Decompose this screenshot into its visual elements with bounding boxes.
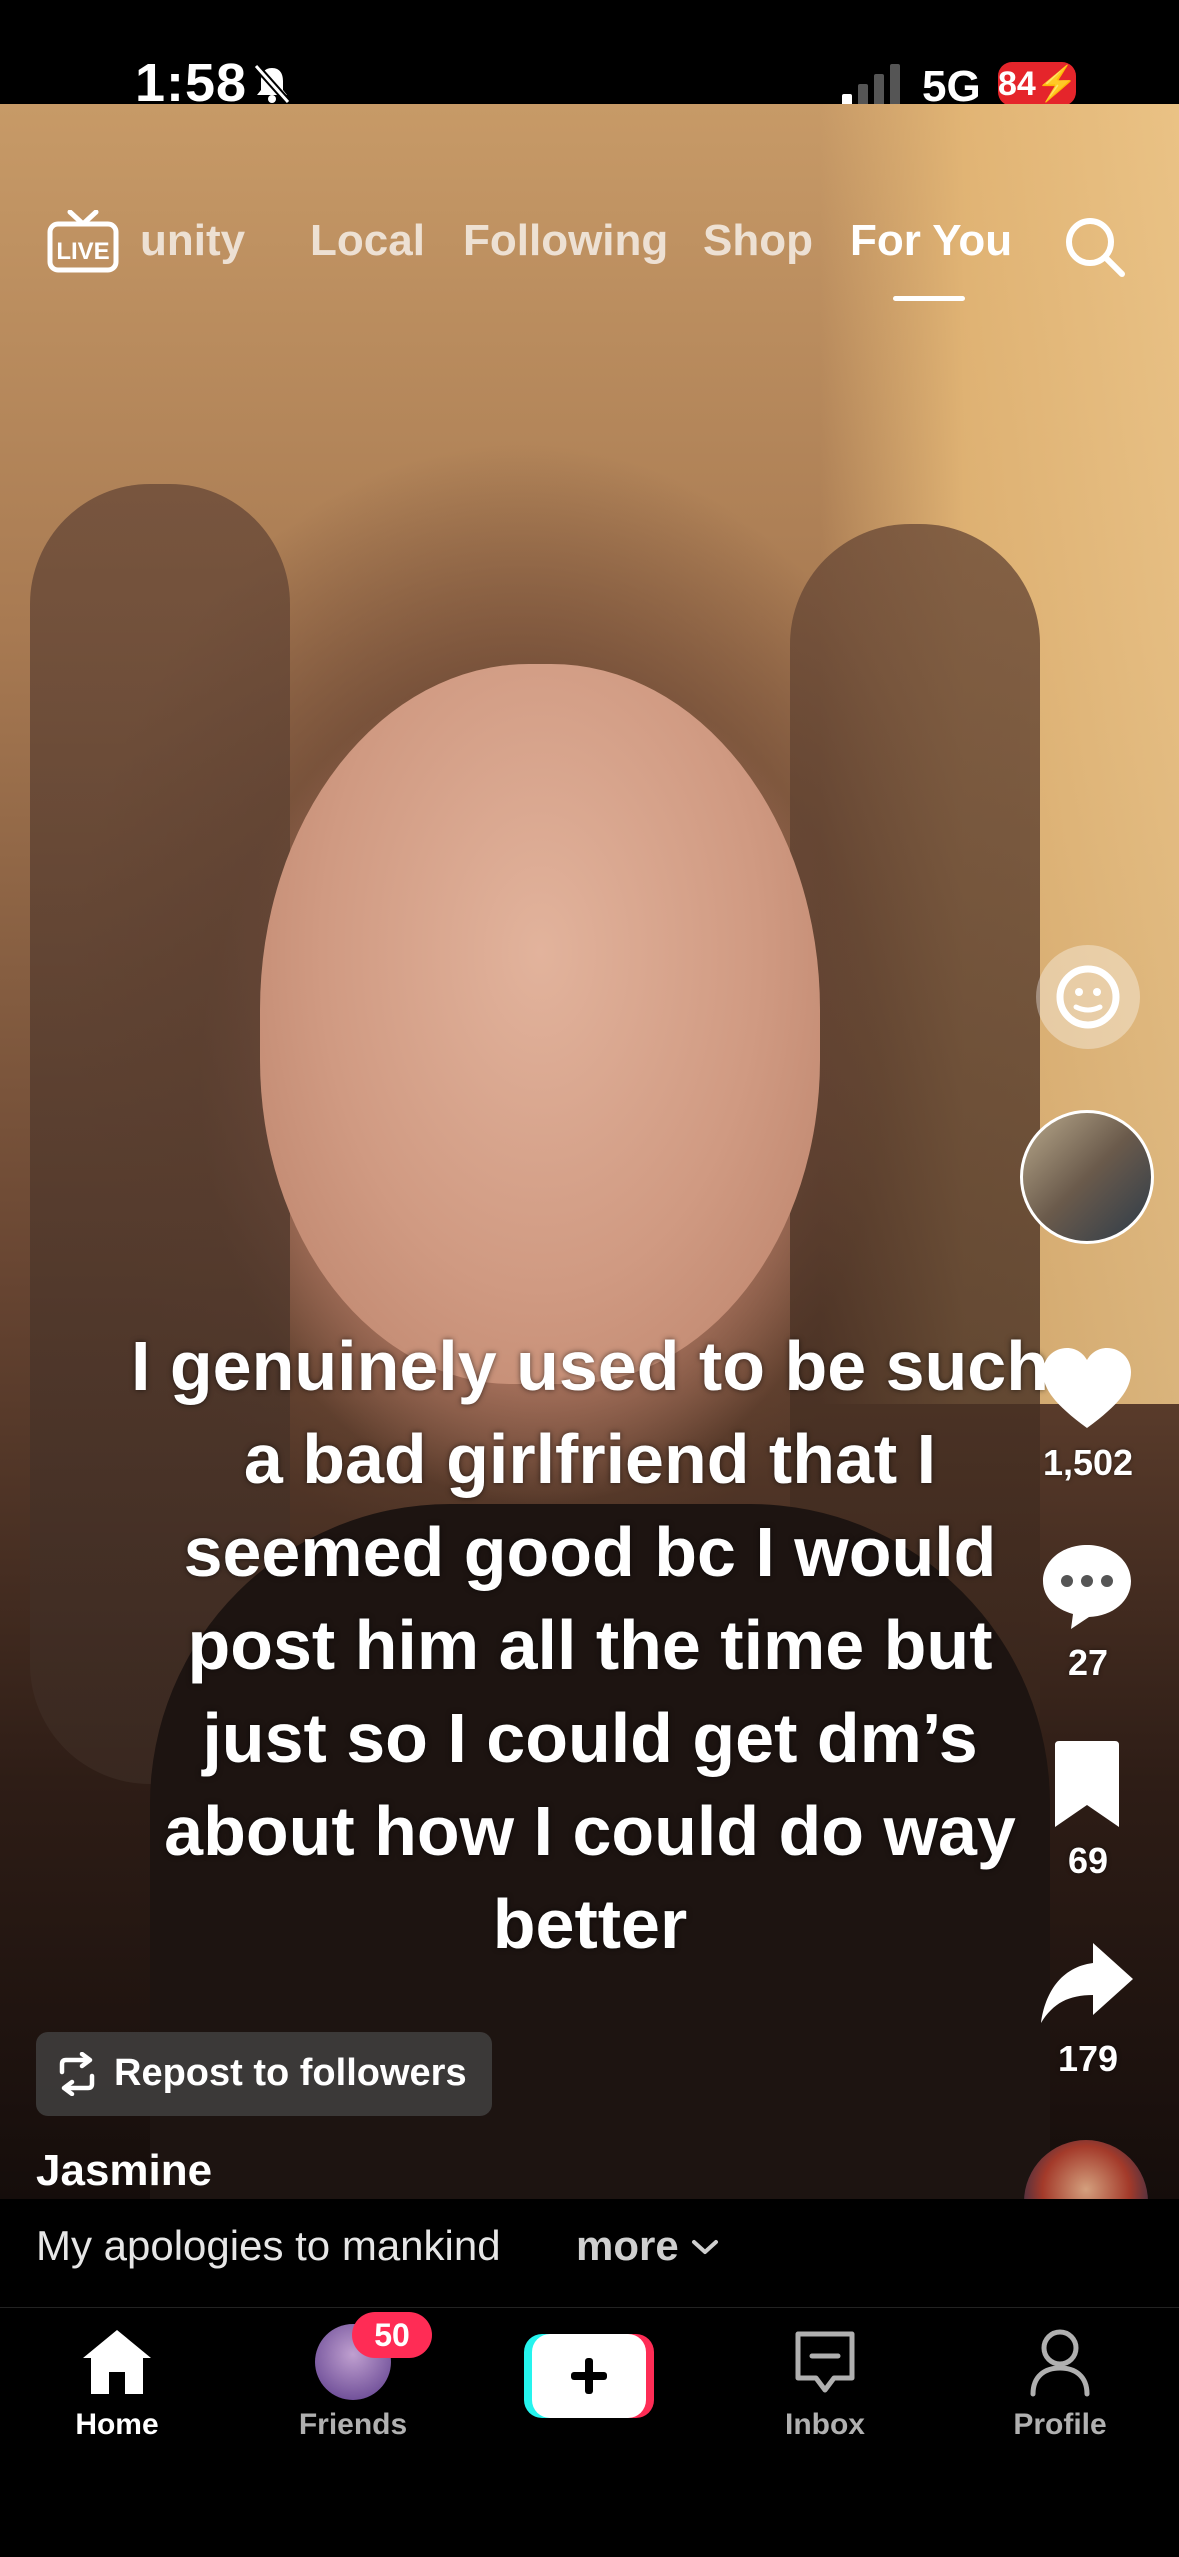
- author-name[interactable]: Jasmine: [36, 2146, 212, 2196]
- tab-following[interactable]: Following: [463, 216, 668, 266]
- video-face: [260, 664, 820, 1384]
- repost-label: Repost to followers: [114, 2052, 467, 2094]
- live-label: LIVE: [56, 238, 109, 265]
- repost-icon: [59, 2052, 95, 2096]
- chevron-down-icon: [692, 2240, 718, 2254]
- tab-for-you[interactable]: For You: [850, 216, 1012, 266]
- nav-inbox-label: Inbox: [785, 2408, 865, 2441]
- save-count: 69: [1067, 1840, 1109, 1881]
- post-description: My apologies to mankind: [36, 2222, 501, 2269]
- home-icon: [83, 2330, 151, 2394]
- tab-shop[interactable]: Shop: [703, 216, 813, 266]
- comment-count: 27: [1067, 1642, 1109, 1683]
- battery-indicator: 84⚡: [998, 62, 1078, 106]
- nav-friends-label: Friends: [298, 2408, 408, 2441]
- bell-slash-icon: [253, 63, 291, 105]
- tab-community[interactable]: unity: [140, 216, 245, 266]
- profile-icon: [1030, 2329, 1090, 2397]
- like-count: 1,502: [1042, 1442, 1134, 1483]
- bookmark-icon[interactable]: [1037, 1735, 1137, 1835]
- ai-chat-button[interactable]: [1036, 945, 1140, 1049]
- friends-notification-badge: 50: [352, 2312, 432, 2358]
- nav-profile-label: Profile: [1013, 2408, 1107, 2441]
- share-count: 179: [1057, 2038, 1119, 2079]
- comment-icon[interactable]: [1037, 1535, 1137, 1635]
- live-tv-icon: LIVE: [47, 209, 119, 273]
- creator-avatar[interactable]: [1020, 1110, 1154, 1244]
- heart-icon[interactable]: [1037, 1340, 1137, 1440]
- signal-icon: [842, 64, 900, 106]
- search-icon[interactable]: [1062, 214, 1126, 278]
- share-arrow-icon[interactable]: [1037, 1935, 1137, 2035]
- create-plus-icon: [524, 2334, 654, 2418]
- battery-level: 84: [998, 65, 1036, 103]
- live-button[interactable]: LIVE: [46, 209, 120, 274]
- inbox-icon: [795, 2331, 855, 2393]
- tab-local[interactable]: Local: [310, 216, 425, 266]
- more-link[interactable]: more: [576, 2222, 679, 2270]
- smile-face-icon: [1056, 965, 1120, 1029]
- video-caption: I genuinely used to be such a bad girlfr…: [131, 1327, 1049, 1963]
- nav-home-label: Home: [75, 2408, 159, 2441]
- active-tab-indicator: [893, 296, 965, 301]
